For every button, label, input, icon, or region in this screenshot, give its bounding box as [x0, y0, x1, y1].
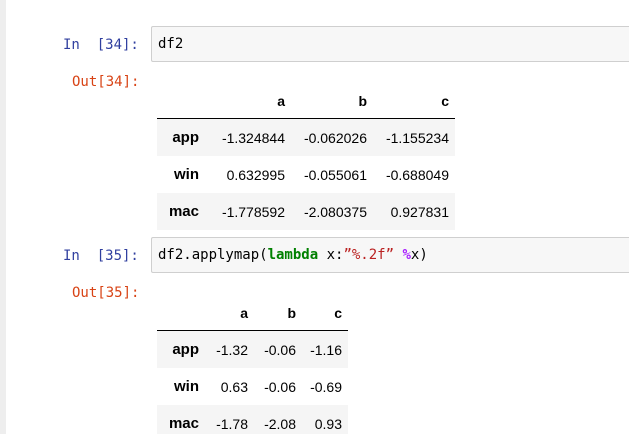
output-prompt: Out[35]:: [72, 285, 140, 301]
code-string: ”%.2f”: [343, 247, 395, 263]
column-header: b: [358, 93, 367, 109]
table-header-row: a b c: [157, 84, 455, 119]
code-input-area[interactable]: df2.applymap(lambda x:”%.2f” %x): [151, 237, 629, 273]
code-tail: x): [410, 247, 428, 263]
table-cell: -0.055061: [303, 166, 367, 183]
row-index: win: [174, 166, 199, 183]
column-header: a: [277, 93, 285, 109]
row-index: app: [172, 129, 199, 146]
table-cell: -1.155234: [385, 129, 449, 146]
output-prompt: Out[34]:: [72, 74, 140, 90]
code-text: df2: [158, 36, 184, 52]
index-header: [157, 84, 205, 119]
table-header-row: a b c: [157, 296, 348, 331]
table-row: app -1.324844 -0.062026 -1.155234: [157, 118, 455, 156]
dataframe-table: a b c app -1.324844 -0.062026 -1.155234 …: [157, 84, 455, 230]
table-cell: 0.93: [314, 415, 342, 432]
table-cell: -0.688049: [385, 166, 449, 183]
row-index: mac: [168, 203, 199, 220]
table-cell: -1.78: [216, 415, 248, 432]
table-cell: 0.927831: [390, 203, 449, 220]
input-prompt: In [35]:: [63, 248, 139, 264]
code-keyword: lambda: [267, 247, 319, 263]
code-operator: %: [402, 247, 411, 263]
table-cell: -1.324844: [221, 129, 285, 146]
code-call: df2.applymap(: [158, 247, 268, 263]
table-cell: -1.778592: [221, 203, 285, 220]
column-header: a: [240, 305, 248, 321]
table-row: mac -1.778592 -2.080375 0.927831: [157, 193, 455, 230]
row-index: win: [174, 378, 199, 395]
table-cell: -0.06: [264, 341, 296, 358]
code-args: x:: [318, 247, 344, 263]
cell-left-border: [0, 0, 6, 434]
code-text: df2.applymap(lambda x:”%.2f” %x): [158, 245, 428, 265]
table-cell: 0.632995: [226, 166, 285, 183]
table-row: win 0.632995 -0.055061 -0.688049: [157, 156, 455, 193]
table-row: win 0.63 -0.06 -0.69: [157, 368, 348, 405]
code-input-area[interactable]: df2: [151, 26, 629, 62]
table-cell: -0.06: [264, 378, 296, 395]
column-header: c: [441, 93, 449, 109]
dataframe-table: a b c app -1.32 -0.06 -1.16 win 0.63 -0.…: [157, 296, 348, 434]
table-row: mac -1.78 -2.08 0.93: [157, 405, 348, 434]
column-header: b: [287, 305, 296, 321]
table-cell: -1.16: [310, 341, 342, 358]
table-row: app -1.32 -0.06 -1.16: [157, 330, 348, 368]
table-cell: 0.63: [220, 378, 248, 395]
column-header: c: [334, 305, 342, 321]
input-prompt: In [34]:: [63, 37, 139, 53]
table-cell: -0.062026: [303, 129, 367, 146]
table-cell: -2.08: [264, 415, 296, 432]
index-header: [157, 296, 205, 331]
table-cell: -0.69: [310, 378, 342, 395]
row-index: mac: [168, 415, 199, 432]
table-cell: -1.32: [216, 341, 248, 358]
table-cell: -2.080375: [303, 203, 367, 220]
row-index: app: [172, 341, 199, 358]
